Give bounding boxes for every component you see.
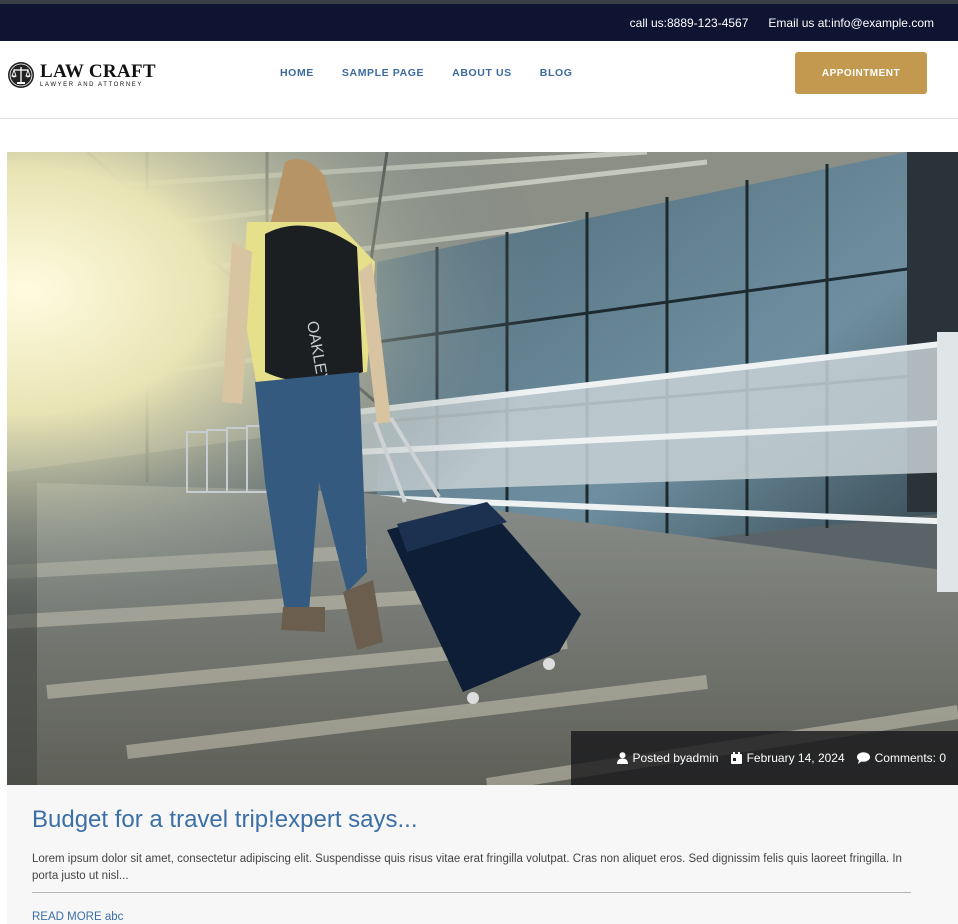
post-meta-bar: Posted byadmin February 14, 2024 Comment… <box>571 731 958 785</box>
post-author[interactable]: Posted byadmin <box>616 751 719 765</box>
nav-item-about-us[interactable]: ABOUT US <box>452 67 512 79</box>
user-icon <box>616 752 628 764</box>
site-header: LAW CRAFT LAWYER AND ATTORNEY HOME SAMPL… <box>0 41 958 119</box>
nav-item-blog[interactable]: BLOG <box>540 67 573 79</box>
post-comments[interactable]: Comments: 0 <box>856 751 946 765</box>
post-divider <box>32 892 911 893</box>
appointment-button[interactable]: APPOINTMENT <box>795 52 927 94</box>
main-nav: HOME SAMPLE PAGE ABOUT US BLOG <box>280 67 573 79</box>
post-date: February 14, 2024 <box>730 751 845 765</box>
logo-title: LAW CRAFT <box>40 60 156 82</box>
topbar: call us:8889-123-4567 Email us at:info@e… <box>0 4 958 41</box>
post-date-text: February 14, 2024 <box>746 751 845 765</box>
comment-icon <box>856 752 870 764</box>
post-excerpt: Lorem ipsum dolor sit amet, consectetur … <box>32 853 902 882</box>
post-featured-image[interactable]: OAKLEY Posted byadmin February 14, 2024 … <box>7 152 958 785</box>
post-comments-text: Comments: 0 <box>874 751 946 765</box>
nav-item-sample-page[interactable]: SAMPLE PAGE <box>342 67 424 79</box>
scales-of-justice-icon <box>8 62 34 88</box>
read-more-link[interactable]: READ MORE abc <box>32 911 123 923</box>
featured-image-illustration: OAKLEY <box>7 152 958 785</box>
phone-text: call us:8889-123-4567 <box>629 15 749 30</box>
site-logo[interactable]: LAW CRAFT LAWYER AND ATTORNEY <box>7 61 156 89</box>
nav-item-home[interactable]: HOME <box>280 67 314 79</box>
post-title[interactable]: Budget for a travel trip!expert says... <box>32 806 418 834</box>
logo-subtitle: LAWYER AND ATTORNEY <box>40 81 143 88</box>
post-author-text: Posted byadmin <box>632 751 719 765</box>
blog-post-card: OAKLEY Posted byadmin February 14, 2024 … <box>7 152 958 924</box>
email-text: Email us at:info@example.com <box>768 15 934 30</box>
calendar-icon <box>730 752 742 764</box>
